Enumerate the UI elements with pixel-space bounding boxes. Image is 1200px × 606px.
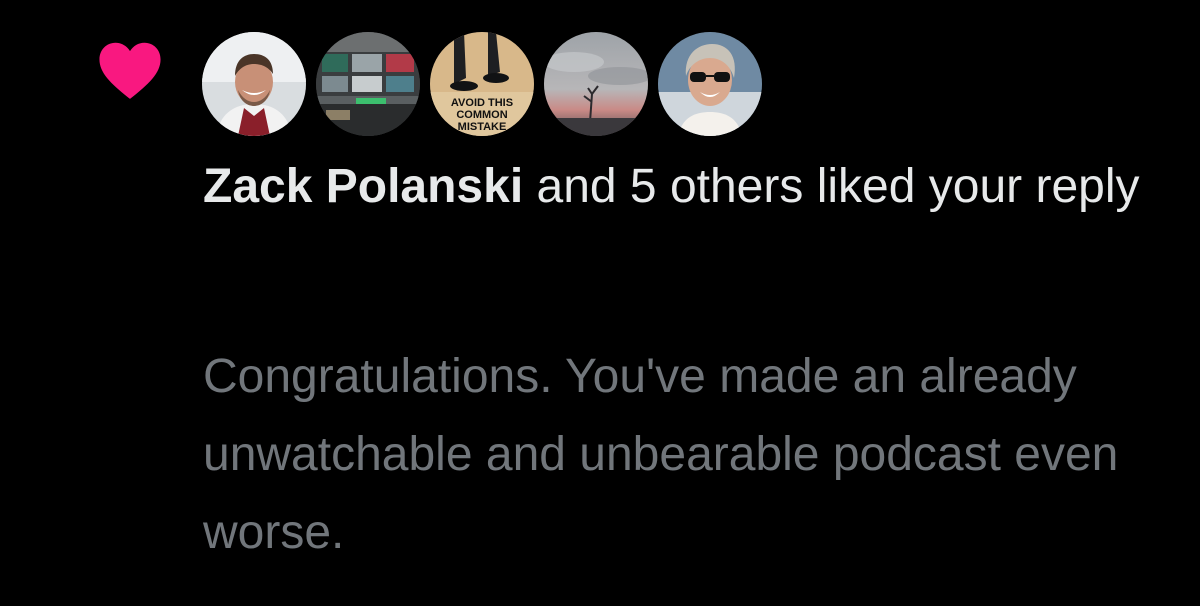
- reply-excerpt: Congratulations. You've made an already …: [203, 350, 1119, 559]
- avatar-photo-woman-sunglasses: [658, 32, 762, 136]
- heart-icon: [99, 42, 161, 99]
- svg-text:AVOID THIS: AVOID THIS: [451, 97, 513, 109]
- avatar[interactable]: [316, 32, 420, 136]
- svg-text:MISTAKE: MISTAKE: [458, 121, 507, 133]
- avatar[interactable]: [658, 32, 762, 136]
- actor-name[interactable]: Zack Polanski: [203, 160, 523, 213]
- avatar[interactable]: [202, 32, 306, 136]
- avatar-photo-trading-desk: [316, 32, 420, 136]
- avatar[interactable]: AVOID THIS COMMON MISTAKE: [430, 32, 534, 136]
- action-text: and 5 others liked your reply: [523, 160, 1140, 213]
- avatar-photo-avoid-this-common-mistake: AVOID THIS COMMON MISTAKE: [430, 32, 534, 136]
- svg-text:COMMON: COMMON: [456, 109, 507, 121]
- notification-headline: Zack Polanski and 5 others liked your re…: [203, 158, 1193, 216]
- like-notification[interactable]: AVOID THIS COMMON MISTAKE Zack Polanski …: [0, 0, 1200, 606]
- avatar-photo-man-smiling: [202, 32, 306, 136]
- avatar-photo-sunset-sky: [544, 32, 648, 136]
- avatar[interactable]: [544, 32, 648, 136]
